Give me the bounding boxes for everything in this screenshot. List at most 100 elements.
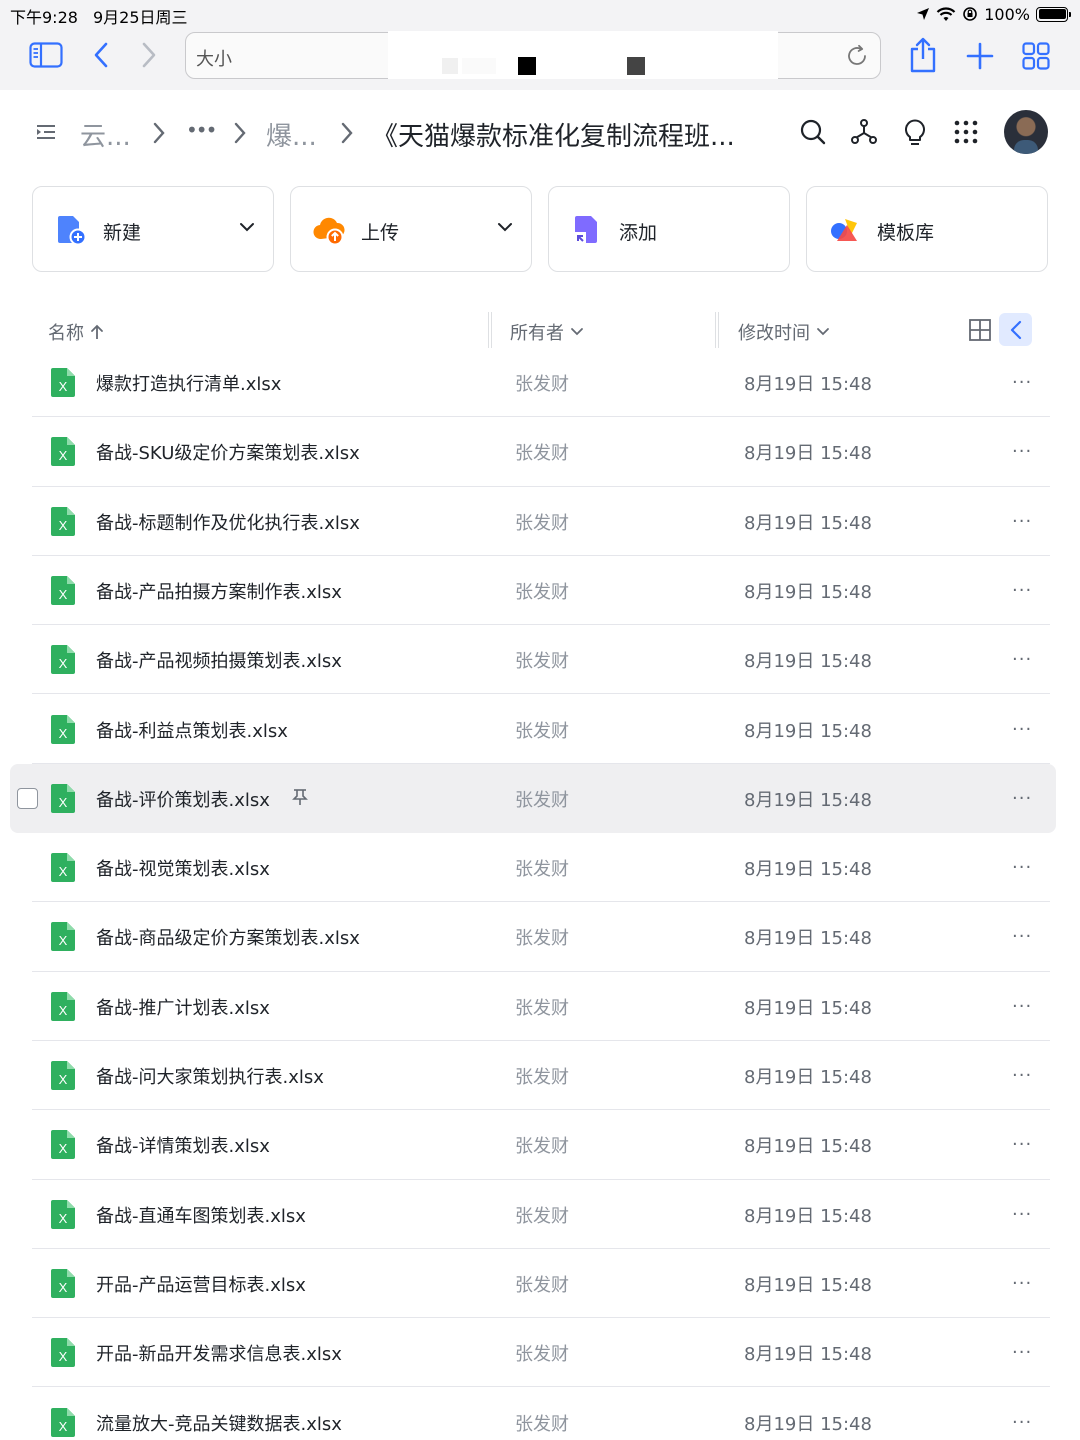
- file-name[interactable]: 备战-推广计划表.xlsx: [96, 994, 270, 1020]
- more-options-icon[interactable]: ···: [1012, 926, 1032, 947]
- browser-toolbar: 大小: [0, 28, 1080, 90]
- file-name[interactable]: 备战-SKU级定价方案策划表.xlsx: [96, 439, 360, 465]
- file-row[interactable]: X 备战-视觉策划表.xlsx 张发财 8月19日 15:48 ···: [32, 833, 1050, 903]
- file-row[interactable]: X 备战-问大家策划执行表.xlsx 张发财 8月19日 15:48 ···: [32, 1041, 1050, 1111]
- filter-modified[interactable]: 修改时间: [738, 319, 830, 345]
- template-library-button[interactable]: 模板库: [806, 186, 1048, 272]
- more-options-icon[interactable]: ···: [1012, 1273, 1032, 1294]
- file-name[interactable]: 备战-问大家策划执行表.xlsx: [96, 1063, 324, 1089]
- more-options-icon[interactable]: ···: [1012, 580, 1032, 601]
- file-row[interactable]: X 备战-标题制作及优化执行表.xlsx 张发财 8月19日 15:48 ···: [32, 487, 1050, 556]
- svg-text:X: X: [59, 933, 68, 948]
- file-row[interactable]: X 备战-产品拍摄方案制作表.xlsx 张发财 8月19日 15:48 ···: [32, 556, 1050, 626]
- lightbulb-icon[interactable]: [899, 116, 931, 148]
- file-row[interactable]: X 备战-产品视频拍摄策划表.xlsx 张发财 8月19日 15:48 ···: [32, 625, 1050, 695]
- org-tree-icon[interactable]: [848, 116, 880, 148]
- file-owner: 张发财: [515, 443, 569, 465]
- column-resize-handle[interactable]: [488, 312, 492, 348]
- forward-icon[interactable]: [138, 40, 160, 70]
- location-icon: [917, 8, 930, 20]
- file-row[interactable]: X 备战-直通车图策划表.xlsx 张发财 8月19日 15:48 ···: [32, 1180, 1050, 1249]
- file-modified-time: 8月19日 15:48: [744, 1413, 872, 1435]
- address-mark: [518, 57, 536, 75]
- file-name[interactable]: 开品-新品开发需求信息表.xlsx: [96, 1340, 342, 1366]
- more-options-icon[interactable]: ···: [1012, 649, 1032, 670]
- file-name[interactable]: 开品-产品运营目标表.xlsx: [96, 1271, 306, 1297]
- svg-text:X: X: [59, 726, 68, 741]
- more-options-icon[interactable]: ···: [1012, 1134, 1032, 1155]
- new-tab-icon[interactable]: [964, 40, 996, 72]
- file-modified-time: 8月19日 15:48: [744, 1205, 872, 1227]
- file-row[interactable]: X 备战-推广计划表.xlsx 张发财 8月19日 15:48 ···: [32, 972, 1050, 1041]
- excel-file-icon: X: [51, 1061, 75, 1090]
- file-owner: 张发财: [515, 859, 569, 881]
- file-owner: 张发财: [515, 1344, 569, 1366]
- breadcrumb-parent[interactable]: 爆...: [266, 116, 317, 153]
- file-row[interactable]: X 流量放大-竞品关键数据表.xlsx 张发财 8月19日 15:48 ···: [32, 1388, 1050, 1440]
- collapse-panel-button[interactable]: [999, 313, 1032, 346]
- pin-icon[interactable]: [292, 788, 308, 806]
- add-button[interactable]: 添加: [548, 186, 790, 272]
- file-row[interactable]: X 爆款打造执行清单.xlsx 张发财 8月19日 15:48 ···: [32, 348, 1050, 418]
- more-options-icon[interactable]: ···: [1012, 441, 1032, 462]
- address-bar[interactable]: 大小: [185, 31, 881, 79]
- sidebar-toggle-icon[interactable]: [28, 40, 64, 70]
- filter-owner[interactable]: 所有者: [510, 319, 584, 345]
- more-options-icon[interactable]: ···: [1012, 1204, 1032, 1225]
- svg-text:X: X: [59, 656, 68, 671]
- more-options-icon[interactable]: ···: [1012, 1342, 1032, 1363]
- file-modified-time: 8月19日 15:48: [744, 1274, 872, 1296]
- upload-button[interactable]: 上传: [290, 186, 532, 272]
- file-row[interactable]: X 备战-商品级定价方案策划表.xlsx 张发财 8月19日 15:48 ···: [32, 902, 1050, 972]
- file-name[interactable]: 备战-视觉策划表.xlsx: [96, 855, 270, 881]
- excel-file-icon: X: [51, 1407, 75, 1437]
- more-options-icon[interactable]: ···: [1012, 372, 1032, 393]
- column-resize-handle[interactable]: [715, 312, 719, 348]
- more-options-icon[interactable]: ···: [1012, 1412, 1032, 1433]
- file-owner: 张发财: [515, 512, 569, 534]
- upload-cloud-icon: [313, 217, 345, 245]
- avatar[interactable]: [1004, 110, 1048, 154]
- file-modified-time: 8月19日 15:48: [744, 581, 872, 603]
- file-row[interactable]: X 备战-详情策划表.xlsx 张发财 8月19日 15:48 ···: [32, 1110, 1050, 1180]
- reload-icon[interactable]: [844, 43, 870, 69]
- breadcrumb-root[interactable]: 云...: [80, 116, 131, 153]
- sort-by-name[interactable]: 名称: [48, 319, 104, 345]
- file-row[interactable]: X 备战-评价策划表.xlsx 张发财 8月19日 15:48 ···: [10, 763, 1056, 834]
- more-options-icon[interactable]: ···: [1012, 996, 1032, 1017]
- tabs-overview-icon[interactable]: [1020, 40, 1052, 72]
- grid-view-icon[interactable]: [968, 318, 992, 342]
- excel-file-icon: X: [51, 1338, 75, 1368]
- apps-grid-icon[interactable]: [950, 116, 982, 148]
- file-name[interactable]: 爆款打造执行清单.xlsx: [96, 370, 281, 396]
- more-options-icon[interactable]: ···: [1012, 1065, 1032, 1086]
- more-options-icon[interactable]: ···: [1012, 719, 1032, 740]
- back-icon[interactable]: [90, 40, 112, 70]
- file-modified-time: 8月19日 15:48: [744, 512, 872, 534]
- file-name[interactable]: 备战-商品级定价方案策划表.xlsx: [96, 924, 360, 950]
- file-row[interactable]: X 开品-新品开发需求信息表.xlsx 张发财 8月19日 15:48 ···: [32, 1318, 1050, 1388]
- file-name[interactable]: 备战-产品拍摄方案制作表.xlsx: [96, 578, 342, 604]
- svg-text:X: X: [59, 1211, 68, 1226]
- new-button[interactable]: 新建: [32, 186, 274, 272]
- file-name[interactable]: 备战-产品视频拍摄策划表.xlsx: [96, 647, 342, 673]
- file-name[interactable]: 备战-直通车图策划表.xlsx: [96, 1202, 306, 1228]
- file-row[interactable]: X 备战-SKU级定价方案策划表.xlsx 张发财 8月19日 15:48 ···: [32, 417, 1050, 487]
- file-name[interactable]: 备战-详情策划表.xlsx: [96, 1132, 270, 1158]
- row-checkbox[interactable]: [17, 787, 38, 809]
- file-name[interactable]: 备战-评价策划表.xlsx: [96, 786, 270, 812]
- share-icon[interactable]: [906, 36, 940, 74]
- file-name[interactable]: 备战-利益点策划表.xlsx: [96, 717, 288, 743]
- file-row[interactable]: X 备战-利益点策划表.xlsx 张发财 8月19日 15:48 ···: [32, 695, 1050, 764]
- breadcrumb-current: 《天猫爆款标准化复制流程班...: [372, 122, 735, 152]
- file-row[interactable]: X 开品-产品运营目标表.xlsx 张发财 8月19日 15:48 ···: [32, 1249, 1050, 1319]
- breadcrumb-ellipsis[interactable]: •••: [186, 118, 217, 142]
- search-icon[interactable]: [797, 116, 829, 148]
- more-options-icon[interactable]: ···: [1012, 788, 1032, 809]
- outline-toggle-icon[interactable]: [30, 116, 62, 148]
- excel-file-icon: X: [51, 437, 75, 467]
- more-options-icon[interactable]: ···: [1012, 857, 1032, 878]
- more-options-icon[interactable]: ···: [1012, 511, 1032, 532]
- file-name[interactable]: 备战-标题制作及优化执行表.xlsx: [96, 509, 360, 535]
- file-name[interactable]: 流量放大-竞品关键数据表.xlsx: [96, 1410, 342, 1436]
